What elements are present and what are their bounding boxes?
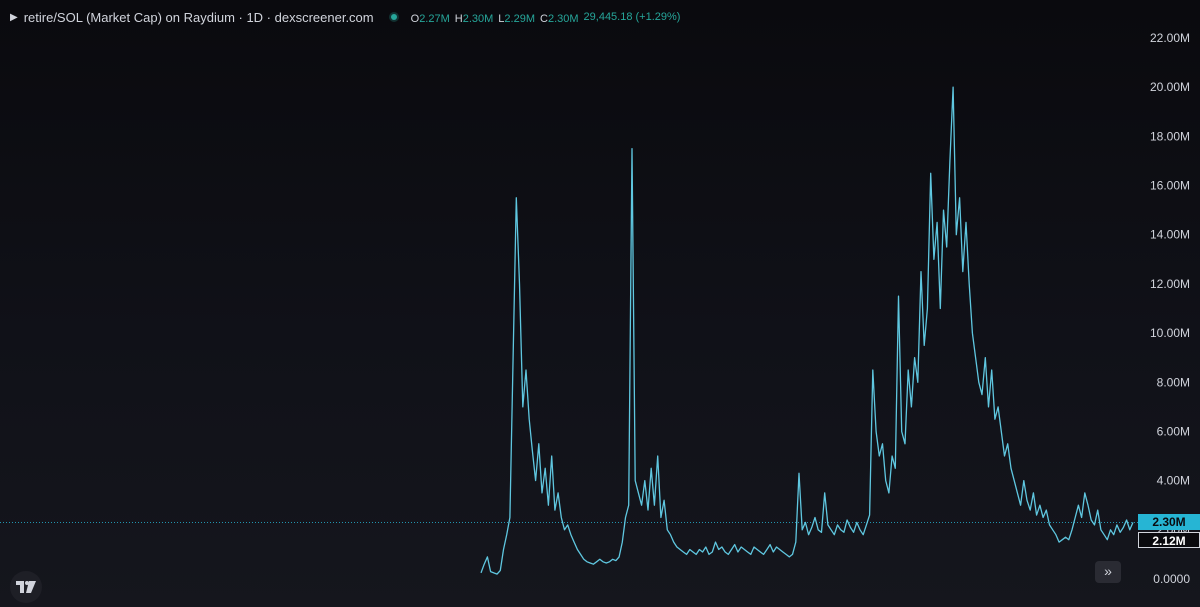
y-tick-label: 22.00M bbox=[1150, 31, 1190, 45]
price-chart[interactable]: 0.00002.00M4.00M6.00M8.00M10.00M12.00M14… bbox=[0, 0, 1200, 607]
y-tick-label: 6.00M bbox=[1157, 424, 1190, 438]
y-tick-label: 4.00M bbox=[1157, 474, 1190, 488]
close-price-label: 2.12M bbox=[1138, 532, 1200, 549]
y-tick-label: 16.00M bbox=[1150, 179, 1190, 193]
y-tick-label: 14.00M bbox=[1150, 228, 1190, 242]
y-tick-label: 10.00M bbox=[1150, 326, 1190, 340]
last-price-label: 2.30M bbox=[1138, 514, 1200, 531]
chart-root: ▶ retire/SOL (Market Cap) on Raydium · 1… bbox=[0, 0, 1200, 607]
y-tick-label: 12.00M bbox=[1150, 277, 1190, 291]
series-line bbox=[480, 86, 1134, 575]
scroll-to-realtime-button[interactable]: » bbox=[1095, 561, 1121, 583]
tradingview-logo-glyph bbox=[16, 581, 36, 593]
y-tick-label: 0.0000 bbox=[1153, 572, 1190, 586]
y-tick-label: 20.00M bbox=[1150, 80, 1190, 94]
tradingview-logo-icon[interactable] bbox=[10, 571, 42, 603]
y-tick-label: 18.00M bbox=[1150, 129, 1190, 143]
y-tick-label: 8.00M bbox=[1157, 375, 1190, 389]
